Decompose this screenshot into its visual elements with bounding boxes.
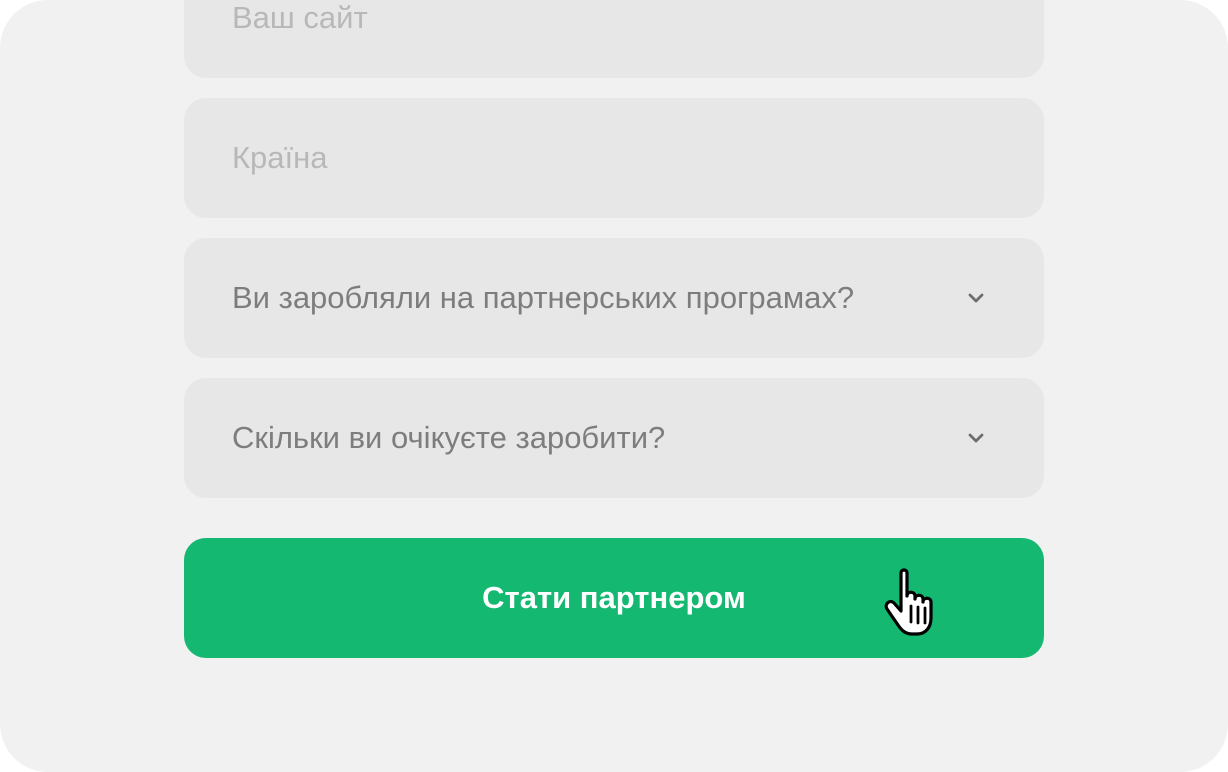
chevron-down-icon bbox=[968, 433, 984, 443]
affiliate-experience-select[interactable]: Ви заробляли на партнерських програмах? bbox=[184, 238, 1044, 358]
website-input[interactable] bbox=[232, 0, 992, 78]
expected-earnings-label: Скільки ви очікуєте заробити? bbox=[232, 420, 666, 455]
affiliate-experience-label: Ви заробляли на партнерських програмах? bbox=[232, 280, 855, 315]
chevron-down-icon bbox=[968, 293, 984, 303]
country-field[interactable] bbox=[184, 98, 1044, 218]
partner-form-card: Ви заробляли на партнерських програмах? … bbox=[0, 0, 1228, 772]
website-field[interactable] bbox=[184, 0, 1044, 78]
expected-earnings-select[interactable]: Скільки ви очікуєте заробити? bbox=[184, 378, 1044, 498]
hand-pointer-icon bbox=[884, 568, 933, 636]
country-input[interactable] bbox=[232, 98, 992, 218]
